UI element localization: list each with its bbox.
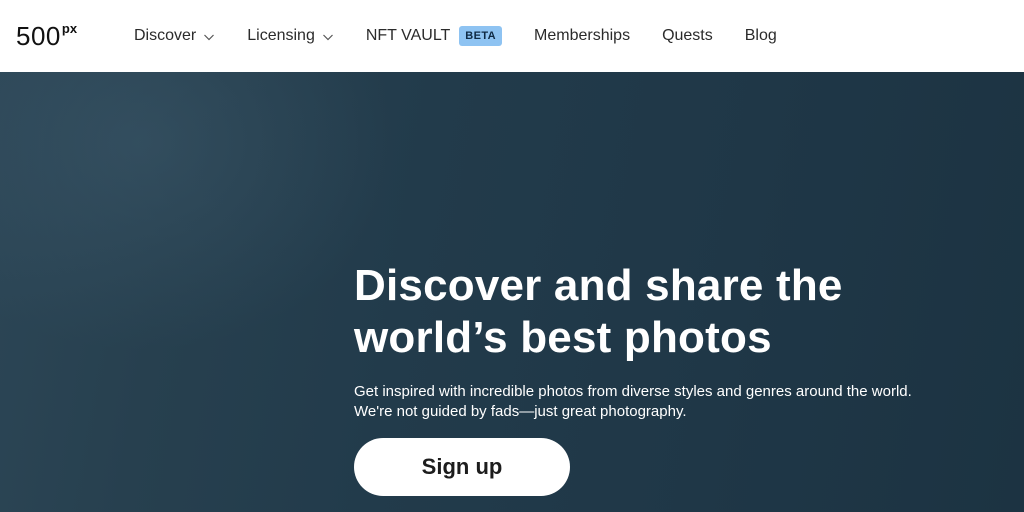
nav-licensing-label: Licensing bbox=[247, 27, 315, 44]
hero-section: Discover and share the world’s best phot… bbox=[0, 72, 1024, 512]
nav-blog[interactable]: Blog bbox=[745, 0, 777, 72]
nav-discover-label: Discover bbox=[134, 27, 197, 44]
nav-memberships-label: Memberships bbox=[534, 27, 631, 44]
hero-background-glow bbox=[0, 72, 400, 352]
nav-memberships[interactable]: Memberships bbox=[534, 0, 630, 72]
beta-badge: BETA bbox=[459, 26, 503, 46]
nav-nft-vault-label: NFT VAULT bbox=[365, 27, 451, 44]
chevron-down-icon bbox=[322, 31, 334, 43]
logo-superscript: px bbox=[61, 21, 78, 36]
hero-subtitle: Get inspired with incredible photos from… bbox=[354, 383, 912, 420]
main-nav: Discover Licensing NFT VAULT BETA Member… bbox=[134, 0, 777, 72]
hero-content: Discover and share the world’s best phot… bbox=[354, 260, 954, 496]
nav-discover[interactable]: Discover bbox=[134, 0, 215, 72]
nav-quests[interactable]: Quests bbox=[662, 0, 713, 72]
hero-title: Discover and share the world’s best phot… bbox=[354, 261, 843, 362]
nav-licensing[interactable]: Licensing bbox=[247, 0, 334, 72]
nav-nft-vault[interactable]: NFT VAULT BETA bbox=[365, 0, 503, 72]
nav-quests-label: Quests bbox=[662, 27, 713, 44]
sign-up-button[interactable]: Sign up bbox=[354, 438, 570, 496]
nav-blog-label: Blog bbox=[744, 27, 777, 44]
logo-main-text: 500 bbox=[16, 21, 61, 51]
500px-logo[interactable]: 500 px bbox=[16, 21, 77, 51]
chevron-down-icon bbox=[203, 31, 215, 43]
top-navigation-bar: 500 px Discover Licensing NFT VAULT BETA… bbox=[0, 0, 1024, 72]
